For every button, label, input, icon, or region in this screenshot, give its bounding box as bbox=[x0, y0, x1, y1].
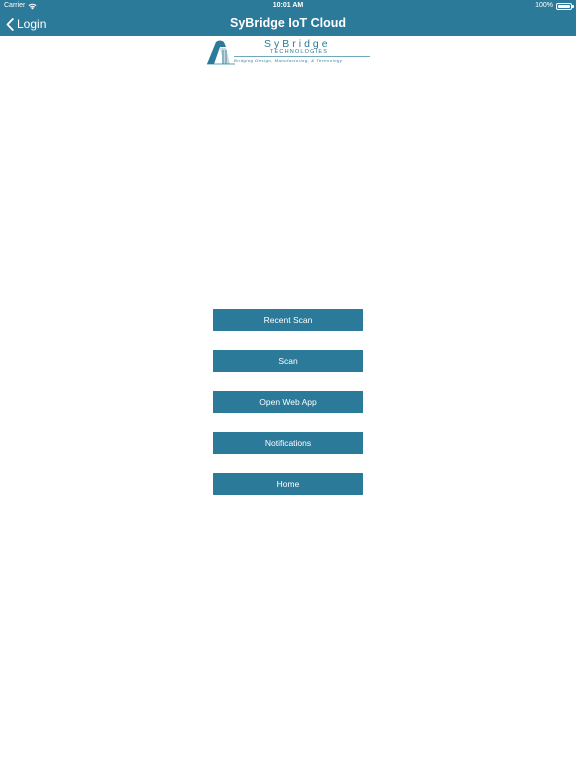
logo-tagline: Bridging Design, Manufacturing, & Techno… bbox=[234, 58, 343, 63]
battery-indicator: 100% bbox=[535, 0, 574, 12]
clock: 10:01 AM bbox=[272, 2, 304, 9]
back-label: Login bbox=[17, 17, 47, 31]
scan-button[interactable]: Scan bbox=[213, 350, 363, 372]
back-button[interactable]: Login bbox=[6, 15, 46, 33]
page-title: SyBridge IoT Cloud bbox=[230, 16, 346, 30]
navigation-bar: Login SyBridge IoT Cloud bbox=[0, 12, 576, 36]
sybridge-logo-mark bbox=[207, 40, 235, 65]
logo-divider bbox=[234, 56, 370, 57]
battery-icon bbox=[556, 2, 574, 10]
top-bar: Carrier 10:01 AM 100% Login SyBridge IoT… bbox=[0, 0, 576, 36]
chevron-left-icon bbox=[6, 17, 14, 31]
logo-subtitle: TECHNOLOGIES bbox=[270, 49, 329, 55]
notifications-button[interactable]: Notifications bbox=[213, 432, 363, 454]
recent-scan-button[interactable]: Recent Scan bbox=[213, 309, 363, 331]
battery-percent: 100% bbox=[535, 2, 553, 9]
status-bar: Carrier 10:01 AM 100% bbox=[0, 0, 576, 12]
home-button[interactable]: Home bbox=[213, 473, 363, 495]
open-web-app-button[interactable]: Open Web App bbox=[213, 391, 363, 413]
sybridge-logo: SyBridge TECHNOLOGIES Bridging Design, M… bbox=[206, 38, 372, 66]
